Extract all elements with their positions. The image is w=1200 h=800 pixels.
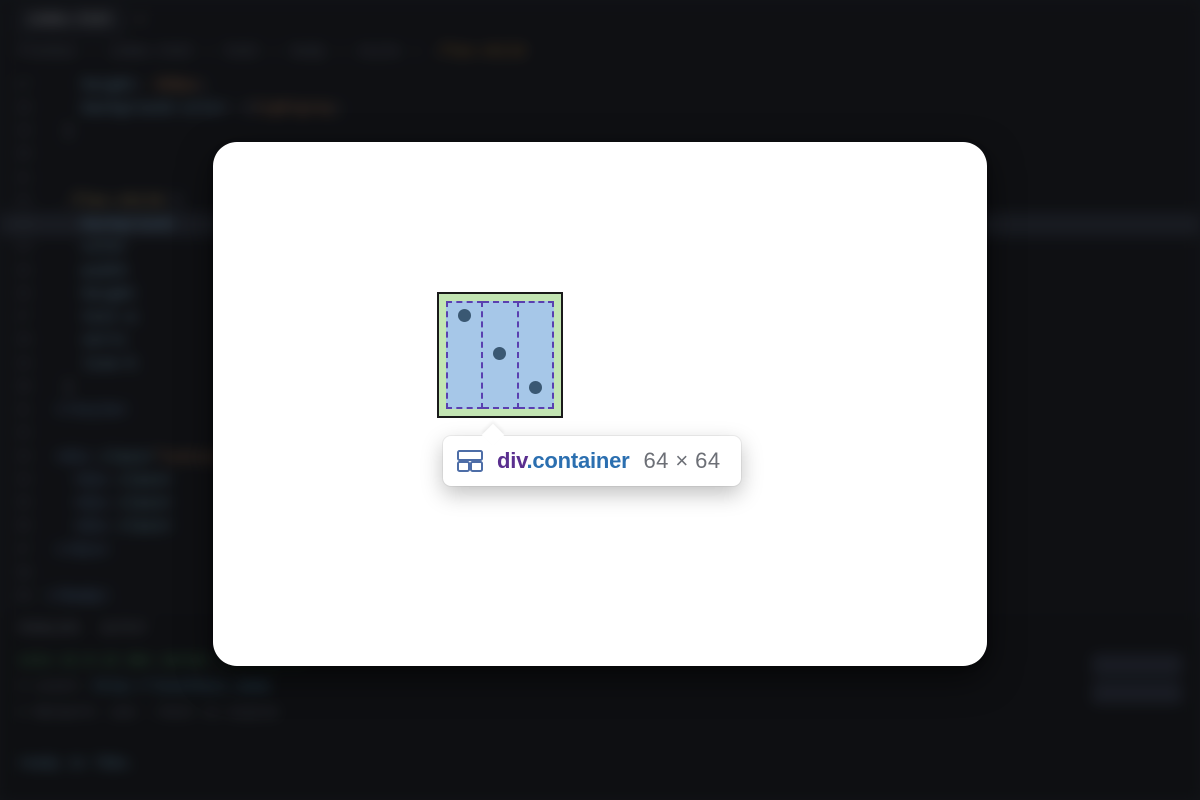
breadcrumb: Flexbox› index.html› html› body› style› … <box>0 36 1200 70</box>
breadcrumb-item[interactable]: index.html <box>109 42 193 64</box>
terminal-line: ready in 75ms. <box>18 756 136 772</box>
editor-tab[interactable]: index.html <box>14 6 126 36</box>
terminal-line: > Local: http://localhost:3000 <box>18 675 1182 701</box>
close-icon[interactable]: × <box>136 9 145 32</box>
terminal-chip[interactable] <box>1092 682 1182 704</box>
breadcrumb-item[interactable]: style <box>358 42 400 64</box>
layout-grid-icon <box>457 450 483 472</box>
flex-container-diagram[interactable] <box>437 292 563 418</box>
terminal-line: > Network: use --host to expose <box>18 701 1182 727</box>
flex-child <box>519 301 554 409</box>
breadcrumb-item[interactable]: body <box>292 42 326 64</box>
inspector-tooltip: div.container 64 × 64 <box>443 436 741 486</box>
flex-child <box>446 301 483 409</box>
panel-tab[interactable]: PROBLEMS <box>18 619 80 639</box>
flex-child <box>483 301 518 409</box>
dot-icon <box>458 309 471 322</box>
breadcrumb-item[interactable]: .flex-child <box>432 42 524 64</box>
editor-tabbar: index.html × <box>0 6 1200 36</box>
dot-icon <box>493 347 506 360</box>
breadcrumb-item[interactable]: html <box>226 42 260 64</box>
terminal-line: vite v2.9.12 <box>18 653 119 669</box>
breadcrumb-item[interactable]: Flexbox <box>18 42 77 64</box>
inspector-dimensions: 64 × 64 <box>643 448 720 474</box>
preview-window: div.container 64 × 64 <box>213 142 987 666</box>
terminal-chip[interactable] <box>1092 654 1182 676</box>
inspector-element-name: div.container <box>497 448 629 474</box>
terminal-side-controls <box>1092 654 1182 704</box>
panel-tab[interactable]: OUTPUT <box>100 619 147 639</box>
dot-icon <box>529 381 542 394</box>
